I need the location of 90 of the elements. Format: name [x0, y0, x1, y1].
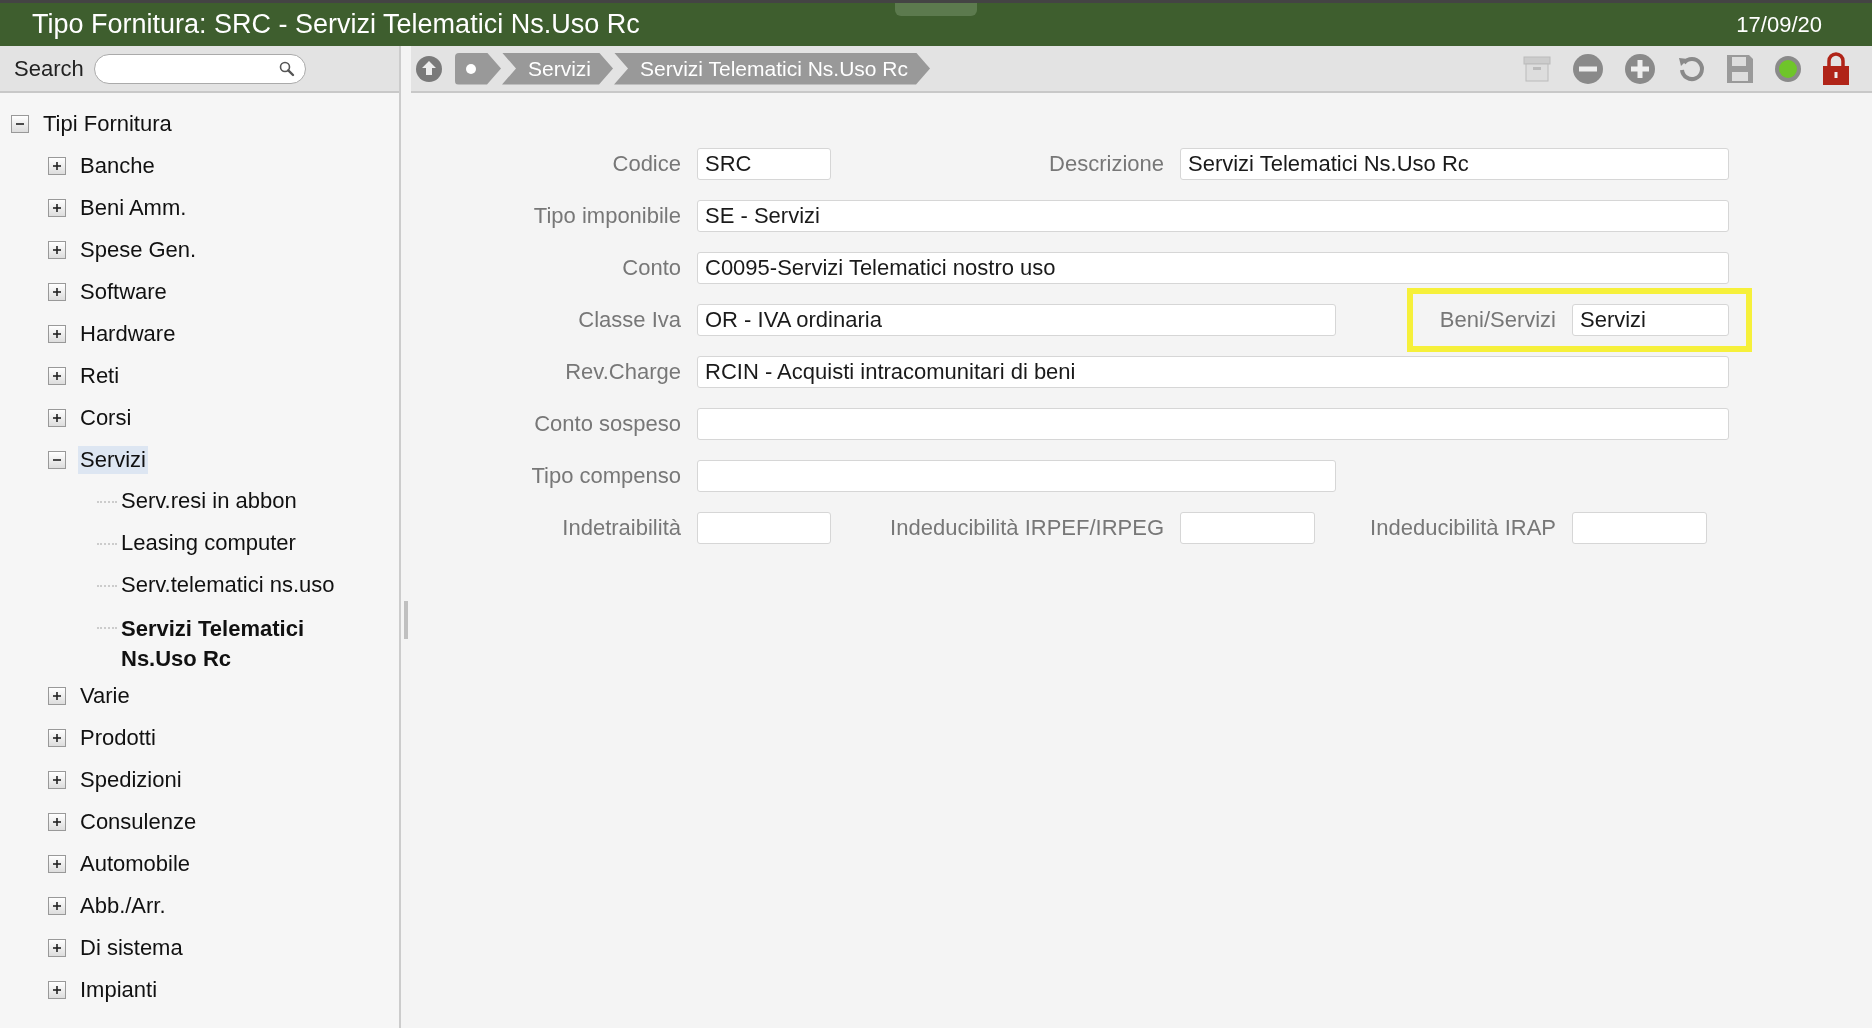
plus-icon [51, 202, 63, 214]
input-field[interactable]: RCIN - Acquisti intracomunitari di beni [697, 356, 1729, 388]
expand-toggle[interactable] [48, 981, 66, 999]
plus-icon [51, 370, 63, 382]
input-field[interactable]: Servizi [1572, 304, 1729, 336]
tree-item[interactable]: Beni Amm. [78, 194, 189, 222]
plus-icon [51, 816, 63, 828]
expand-toggle[interactable] [48, 157, 66, 175]
input-field[interactable]: SE - Servizi [697, 200, 1729, 232]
window-handle[interactable] [895, 3, 977, 16]
input-field[interactable]: Servizi Telematici Ns.Uso Rc [1180, 148, 1729, 180]
input-field[interactable] [697, 408, 1729, 440]
expand-toggle[interactable] [48, 813, 66, 831]
field-label: Rev.Charge [564, 359, 681, 385]
tree-item[interactable]: Leasing computer [119, 529, 298, 557]
tree-item[interactable]: Prodotti [78, 724, 158, 752]
input-field[interactable]: C0095-Servizi Telematici nostro uso [697, 252, 1729, 284]
expand-toggle[interactable] [48, 729, 66, 747]
field-label: Tipo imponibile [532, 203, 681, 229]
collapse-toggle[interactable] [11, 115, 29, 133]
input-field[interactable]: OR - IVA ordinaria [697, 304, 1336, 336]
plus-icon [51, 984, 63, 996]
dot-icon [465, 62, 477, 75]
plus-icon [51, 244, 63, 256]
input-field[interactable] [697, 460, 1336, 492]
tree-item[interactable]: Abb./Arr. [78, 892, 168, 920]
tree-item[interactable]: Serv.resi in abbon [119, 487, 299, 515]
field-label: Indetraibilità [561, 515, 681, 541]
tree-item[interactable]: Di sistema [78, 934, 185, 962]
plus-icon [51, 900, 63, 912]
field-label: Conto [621, 255, 681, 281]
tree-item[interactable]: Spese Gen. [78, 236, 199, 264]
collapse-toggle[interactable] [48, 451, 66, 469]
plus-icon [51, 328, 63, 340]
input-field[interactable] [1572, 512, 1707, 544]
expand-toggle[interactable] [48, 241, 66, 259]
tree-item[interactable]: Consulenze [78, 808, 199, 836]
search-label: Search [14, 55, 84, 82]
plus-icon[interactable] [1624, 52, 1656, 85]
field-label: Descrizione [1048, 151, 1164, 177]
expand-toggle[interactable] [48, 283, 66, 301]
expand-toggle[interactable] [48, 325, 66, 343]
expand-toggle[interactable] [48, 897, 66, 915]
window-title: Tipo Fornitura: SRC - Servizi Telematici Ns.Uso Rc [32, 9, 640, 40]
plus-icon [51, 412, 63, 424]
expand-toggle[interactable] [48, 199, 66, 217]
field-label: Classe Iva [577, 307, 681, 333]
tree-item[interactable]: Automobile [78, 850, 193, 878]
home-crumb[interactable] [455, 52, 501, 85]
tree-item[interactable]: Servizi Telematici Ns.Uso Rc [119, 613, 343, 675]
search-icon [278, 60, 295, 77]
field-label: Indeducibilità IRPEF/IRPEG [889, 515, 1164, 541]
date-label: 17/09/20 [1736, 11, 1822, 38]
tree-item[interactable]: Banche [78, 152, 157, 180]
input-field[interactable] [1180, 512, 1315, 544]
status-light-icon [1774, 54, 1802, 83]
tree-item[interactable]: Software [78, 278, 169, 306]
tree-item[interactable]: Spedizioni [78, 766, 184, 794]
plus-icon [51, 732, 63, 744]
tree-item[interactable]: Serv.telematici ns.uso [119, 571, 337, 599]
expand-toggle[interactable] [48, 409, 66, 427]
plus-icon [51, 690, 63, 702]
plus-icon [51, 286, 63, 298]
field-label: Beni/Servizi [1438, 307, 1556, 333]
tree-item[interactable]: Corsi [78, 404, 134, 432]
tree-item[interactable]: Servizi [78, 446, 148, 474]
expand-toggle[interactable] [48, 939, 66, 957]
plus-icon [51, 858, 63, 870]
input-field[interactable]: SRC [697, 148, 831, 180]
plus-icon [51, 774, 63, 786]
expand-toggle[interactable] [48, 855, 66, 873]
input-field[interactable] [697, 512, 831, 544]
plus-icon [51, 160, 63, 172]
tree-item[interactable]: Varie [78, 682, 132, 710]
tree-item[interactable]: Impianti [78, 976, 160, 1004]
tree-item[interactable]: Hardware [78, 320, 178, 348]
field-label: Tipo compenso [530, 463, 681, 489]
lock-icon[interactable] [1822, 51, 1850, 86]
field-label: Codice [611, 151, 681, 177]
tree-item[interactable]: Reti [78, 362, 122, 390]
field-label: Indeducibilità IRAP [1369, 515, 1556, 541]
tree-item[interactable]: Tipi Fornitura [41, 110, 174, 138]
search-field[interactable] [93, 53, 306, 84]
minus-icon[interactable] [1572, 52, 1604, 85]
plus-icon [51, 942, 63, 954]
field-label: Conto sospeso [533, 411, 681, 437]
splitter-handle[interactable] [404, 601, 408, 639]
expand-toggle[interactable] [48, 771, 66, 789]
expand-toggle[interactable] [48, 367, 66, 385]
expand-toggle[interactable] [48, 687, 66, 705]
